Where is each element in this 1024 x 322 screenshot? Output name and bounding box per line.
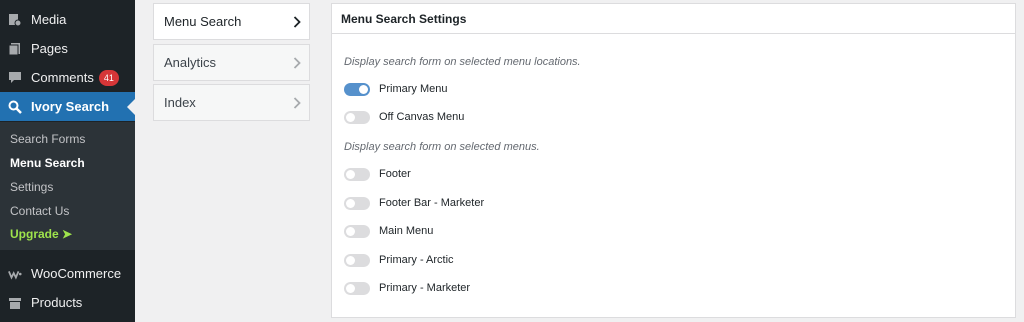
submenu-contact-us[interactable]: Contact Us — [10, 204, 69, 218]
products-icon — [8, 296, 22, 310]
option-label: Footer Bar - Marketer — [379, 197, 485, 209]
menu-search-settings-panel: Menu Search Settings Display search form… — [331, 3, 1016, 318]
sidebar-item-label: WooCommerce — [31, 266, 122, 281]
locations-description: Display search form on selected menu loc… — [344, 56, 581, 68]
menu-option-main-menu[interactable]: Main Menu — [344, 224, 433, 238]
panel-title: Menu Search Settings — [332, 4, 1015, 34]
toggle-switch[interactable] — [344, 167, 370, 181]
media-icon — [8, 13, 22, 27]
menu-option-footer[interactable]: Footer — [344, 167, 411, 181]
toggle-switch[interactable] — [344, 110, 370, 124]
tab-label: Index — [164, 95, 196, 110]
search-icon — [8, 100, 22, 114]
option-label: Primary - Marketer — [379, 282, 471, 294]
sidebar-item-label: Comments — [31, 70, 94, 85]
tab-analytics[interactable]: Analytics — [153, 44, 310, 81]
option-label: Main Menu — [379, 225, 434, 237]
toggle-switch[interactable] — [344, 224, 370, 238]
sidebar-item-ivory-search[interactable]: Ivory Search — [0, 92, 135, 121]
submenu-menu-search[interactable]: Menu Search — [10, 156, 85, 170]
toggle-switch[interactable] — [344, 281, 370, 295]
tab-label: Analytics — [164, 55, 217, 70]
submenu-upgrade[interactable]: Upgrade ➤ — [10, 227, 72, 241]
menu-option-primary-marketer[interactable]: Primary - Marketer — [344, 281, 470, 295]
chevron-right-icon — [293, 57, 301, 69]
option-label: Off Canvas Menu — [379, 111, 465, 123]
chevron-right-icon — [293, 97, 301, 109]
tab-index[interactable]: Index — [153, 84, 310, 121]
sidebar-item-comments[interactable]: Comments 41 — [0, 63, 135, 92]
option-label: Primary Menu — [379, 83, 448, 95]
woocommerce-icon — [8, 267, 22, 281]
tab-label: Menu Search — [164, 14, 242, 29]
menu-option-primary-arctic[interactable]: Primary - Arctic — [344, 253, 454, 267]
comments-count-badge: 41 — [98, 69, 119, 86]
location-option-off-canvas-menu[interactable]: Off Canvas Menu — [344, 110, 464, 124]
pages-icon — [8, 42, 22, 56]
sidebar-item-label: Pages — [31, 41, 68, 56]
sidebar-item-pages[interactable]: Pages — [0, 34, 135, 63]
toggle-switch[interactable] — [344, 196, 370, 210]
sidebar-item-media[interactable]: Media — [0, 5, 135, 34]
menus-description: Display search form on selected menus. — [344, 141, 540, 153]
location-option-primary-menu[interactable]: Primary Menu — [344, 82, 447, 96]
menu-option-footer-bar-marketer[interactable]: Footer Bar - Marketer — [344, 196, 484, 210]
submenu-search-forms[interactable]: Search Forms — [10, 132, 85, 146]
option-label: Primary - Arctic — [379, 254, 454, 266]
sidebar-item-label: Products — [31, 295, 83, 310]
toggle-switch[interactable] — [344, 253, 370, 267]
ivory-search-submenu: Search Forms Menu Search Settings Contac… — [0, 122, 135, 250]
admin-sidebar: Media Pages Comments 41 Ivory Search Sea… — [0, 0, 135, 322]
sidebar-item-products[interactable]: Products — [0, 288, 135, 317]
sidebar-item-label: Media — [31, 12, 67, 27]
tab-menu-search[interactable]: Menu Search — [153, 3, 310, 40]
sidebar-item-label: Ivory Search — [31, 99, 110, 114]
option-label: Footer — [379, 168, 411, 180]
chevron-right-icon — [293, 16, 301, 28]
comments-icon — [8, 71, 22, 85]
submenu-settings[interactable]: Settings — [10, 180, 53, 194]
sidebar-item-woocommerce[interactable]: WooCommerce — [0, 259, 135, 288]
toggle-switch[interactable] — [344, 82, 370, 96]
